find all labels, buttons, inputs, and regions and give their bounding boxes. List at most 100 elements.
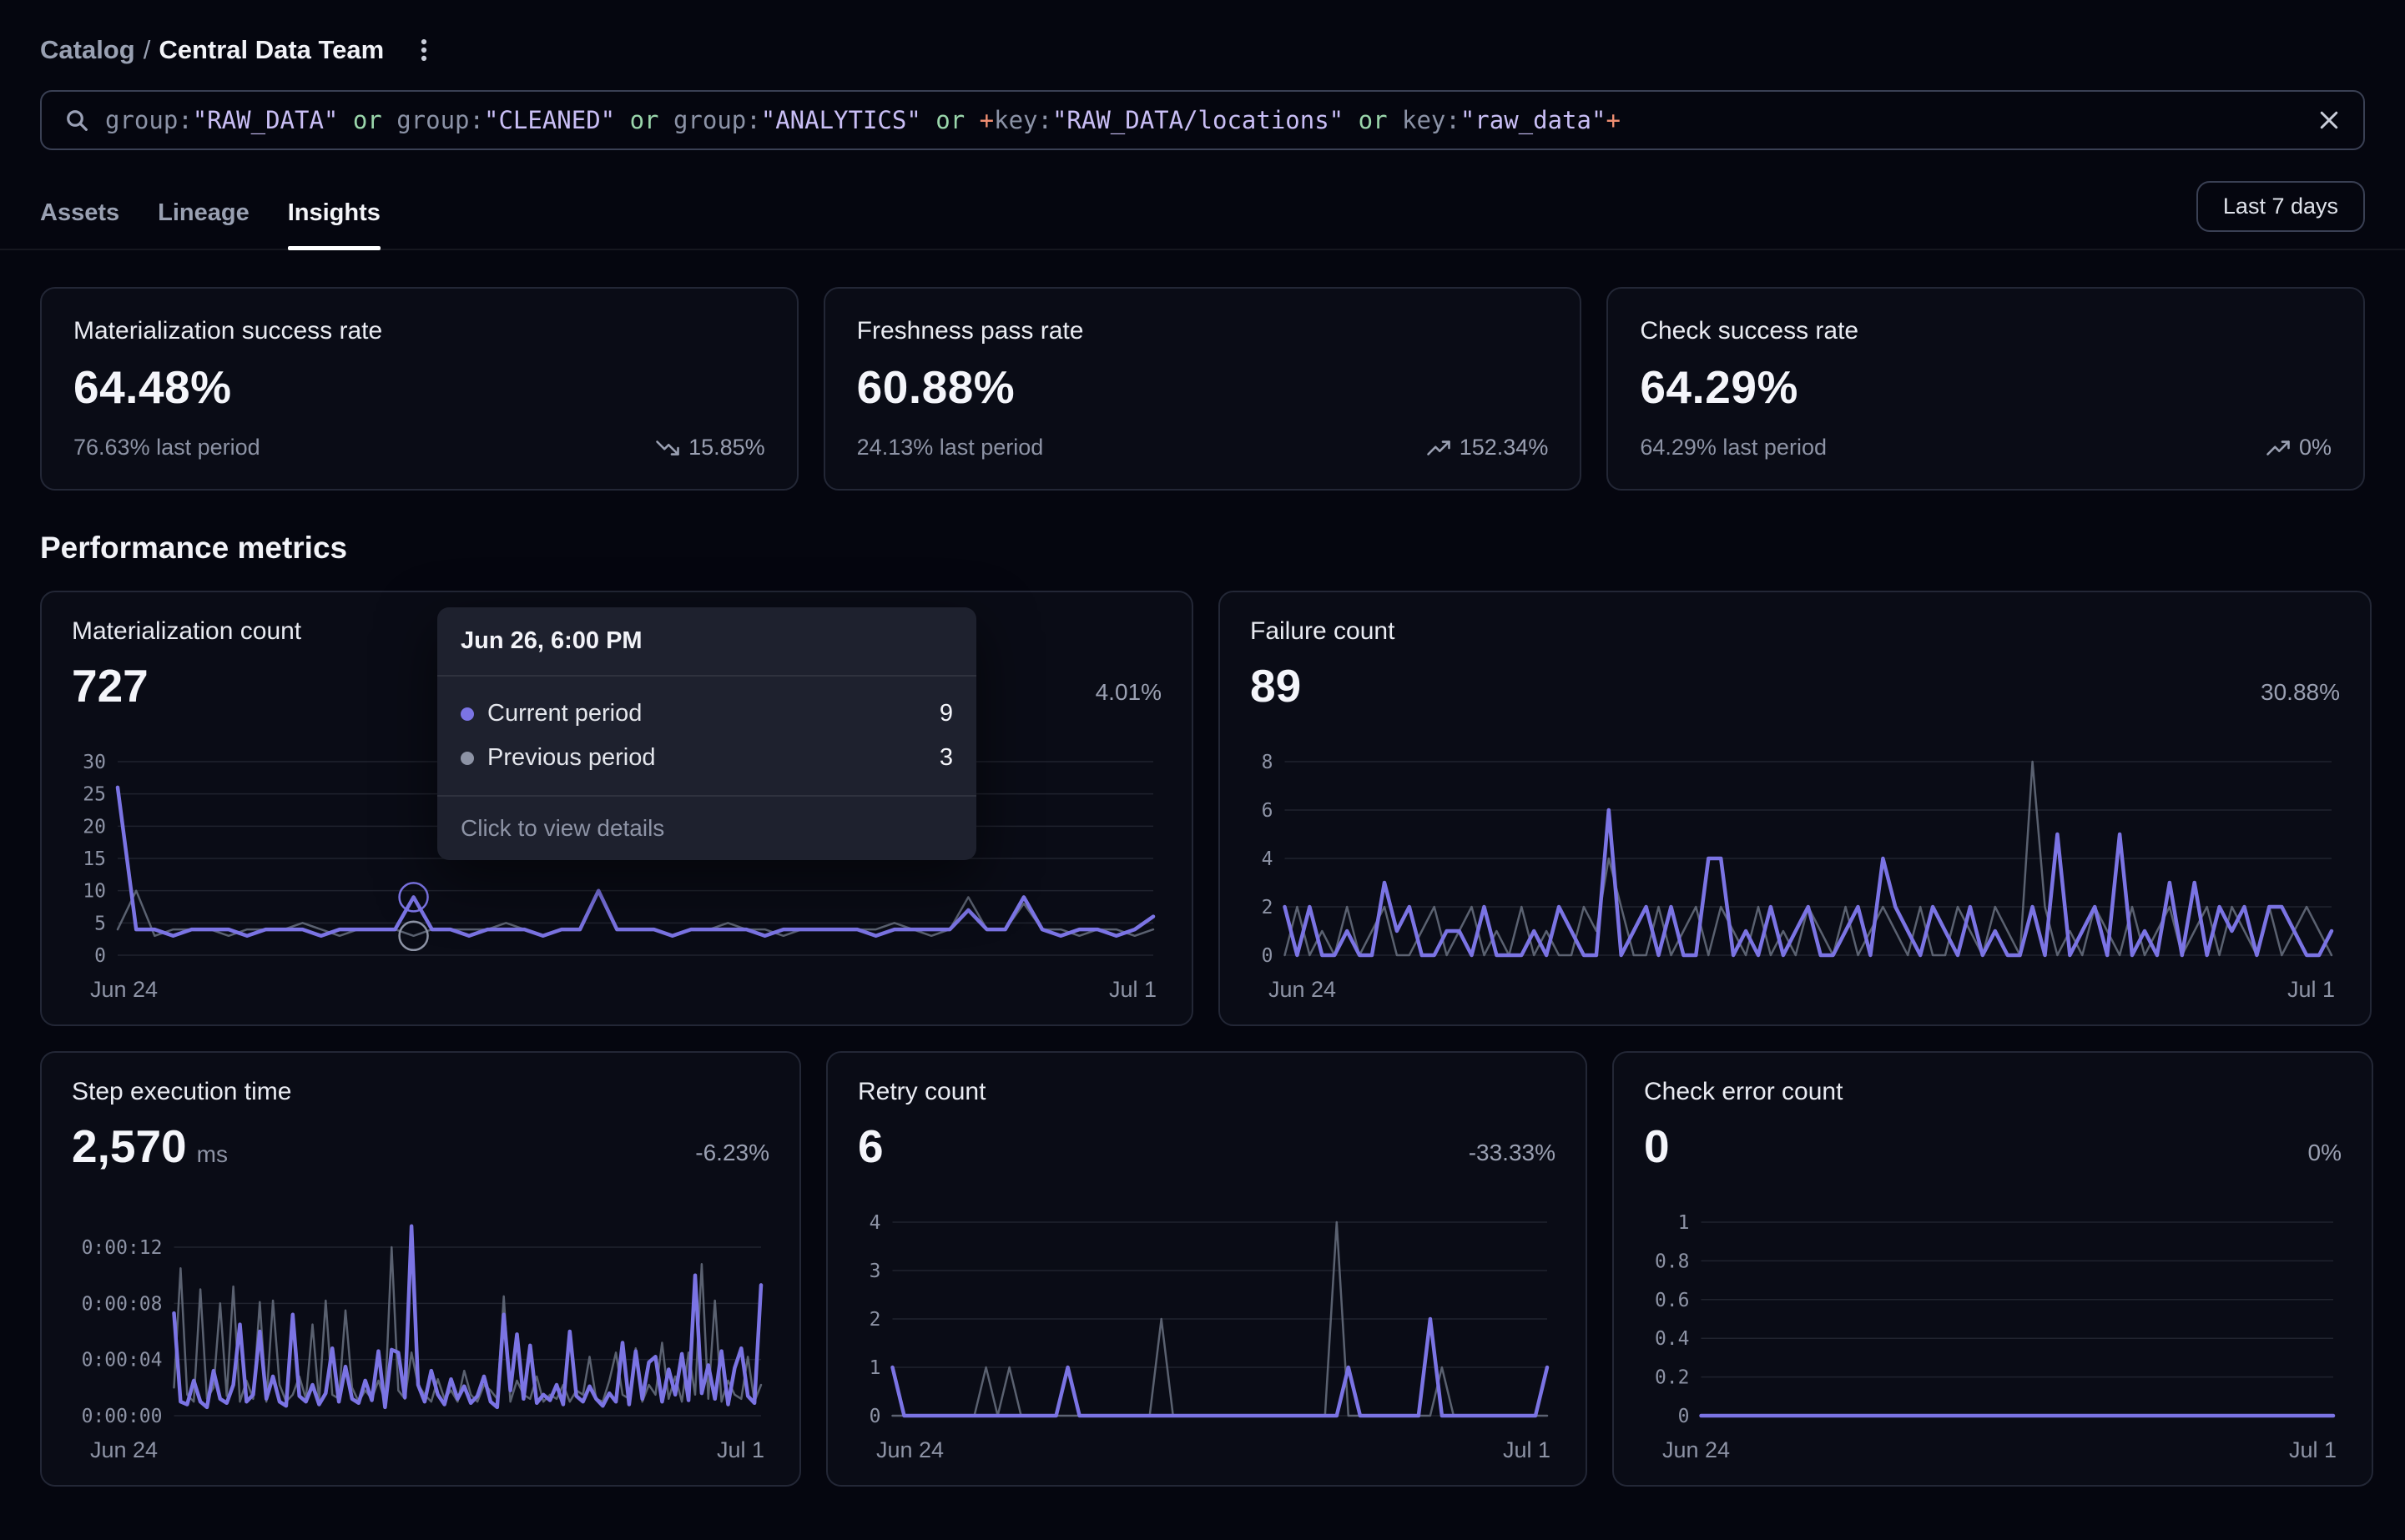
svg-text:0: 0 (870, 1406, 881, 1427)
svg-text:0: 0 (1678, 1406, 1690, 1427)
tooltip-row-current: Current period 9 (461, 692, 953, 736)
svg-text:5: 5 (94, 913, 106, 934)
svg-text:0:00:00: 0:00:00 (82, 1406, 163, 1427)
svg-text:4: 4 (870, 1212, 881, 1234)
failure-count-chart: 0 2 4 6 8 (1250, 750, 2340, 969)
chart-percent: 4.01% (1096, 679, 1162, 712)
svg-text:2: 2 (1262, 897, 1273, 918)
tooltip-row-value: 9 (940, 700, 953, 727)
chart-percent: 30.88% (2261, 679, 2340, 712)
trend-percent: 152.34% (1460, 435, 1549, 460)
tab-insights[interactable]: Insights (288, 199, 381, 249)
tooltip-row-label: Current period (487, 700, 642, 727)
line-chart-svg: 01234 (858, 1210, 1555, 1429)
previous-period-dot (461, 752, 474, 765)
tooltip-row-value: 3 (940, 744, 953, 772)
svg-text:1: 1 (1678, 1212, 1690, 1234)
svg-text:1: 1 (870, 1357, 881, 1379)
x-axis-end-label: Jul 1 (1503, 1437, 1550, 1463)
tooltip-row-label: Previous period (487, 744, 656, 772)
breadcrumb-separator: / (144, 35, 151, 64)
retry-count-card[interactable]: Retry count 6 -33.33% 01234 Jun 24 Jul 1 (826, 1051, 1587, 1487)
trending-up-icon (2266, 435, 2291, 460)
svg-text:0:00:12: 0:00:12 (82, 1237, 163, 1259)
trending-down-icon (655, 435, 680, 460)
last-period-text: 24.13% last period (857, 435, 1044, 460)
date-range-button[interactable]: Last 7 days (2196, 181, 2365, 232)
svg-text:25: 25 (83, 784, 106, 806)
search-query-text: group:"RAW_DATA" or group:"CLEANED" or g… (105, 106, 2302, 134)
line-chart-svg: 0:00:00 0:00:04 0:00:08 0:00:12 (72, 1210, 769, 1429)
freshness-pass-rate-card: Freshness pass rate 60.88% 24.13% last p… (824, 287, 1582, 491)
card-title: Freshness pass rate (857, 317, 1549, 345)
chart-value: 727 (72, 659, 149, 712)
x-axis-start-label: Jun 24 (90, 1437, 158, 1463)
svg-text:0:00:04: 0:00:04 (82, 1350, 163, 1371)
trend-percent: 0% (2299, 435, 2332, 460)
svg-text:0.4: 0.4 (1655, 1328, 1690, 1350)
kebab-menu-icon[interactable] (406, 32, 442, 68)
retry-count-chart: 01234 (858, 1210, 1555, 1429)
svg-text:0.8: 0.8 (1655, 1251, 1690, 1272)
svg-text:0: 0 (1262, 945, 1273, 967)
chart-title: Failure count (1250, 617, 1394, 646)
chart-title: Step execution time (72, 1078, 291, 1106)
card-value: 64.29% (1640, 360, 2332, 414)
x-axis-end-label: Jul 1 (2287, 977, 2335, 1003)
last-period-text: 76.63% last period (73, 435, 260, 460)
materialization-success-rate-card: Materialization success rate 64.48% 76.6… (40, 287, 799, 491)
svg-text:20: 20 (83, 816, 106, 838)
check-success-rate-card: Check success rate 64.29% 64.29% last pe… (1606, 287, 2365, 491)
step-execution-time-chart: 0:00:00 0:00:04 0:00:08 0:00:12 (72, 1210, 769, 1429)
page-header: Catalog / Central Data Team (0, 0, 2405, 68)
chart-value: 0 (1644, 1120, 1670, 1173)
x-axis-end-label: Jul 1 (2289, 1437, 2337, 1463)
chart-value: 2,570 (72, 1120, 187, 1173)
svg-text:4: 4 (1262, 848, 1273, 870)
last-period-text: 64.29% last period (1640, 435, 1827, 460)
chart-percent: -6.23% (695, 1140, 769, 1173)
line-chart-svg: 0 2 4 6 8 (1250, 750, 2340, 969)
chart-title: Check error count (1644, 1078, 1843, 1106)
card-title: Materialization success rate (73, 317, 765, 345)
card-value: 64.48% (73, 360, 765, 414)
svg-text:0: 0 (94, 945, 106, 967)
failure-count-card[interactable]: Failure count 89 30.88% 0 2 4 6 8 Jun 24 Jul… (1218, 591, 2372, 1026)
svg-text:6: 6 (1262, 800, 1273, 822)
step-execution-time-card[interactable]: Step execution time 2,570ms -6.23% 0:00:… (40, 1051, 801, 1487)
tab-assets[interactable]: Assets (40, 199, 119, 249)
tab-lineage[interactable]: Lineage (158, 199, 250, 249)
page-title: Central Data Team (159, 35, 384, 64)
chart-title: Retry count (858, 1078, 986, 1106)
tooltip-timestamp: Jun 26, 6:00 PM (437, 607, 976, 677)
chart-hover-tooltip: Jun 26, 6:00 PM Current period 9 Previou… (437, 607, 976, 860)
chart-percent: 0% (2308, 1140, 2342, 1173)
x-axis-start-label: Jun 24 (90, 977, 158, 1003)
svg-text:0.6: 0.6 (1655, 1290, 1690, 1311)
x-axis-start-label: Jun 24 (876, 1437, 944, 1463)
x-axis-start-label: Jun 24 (1268, 977, 1336, 1003)
svg-text:8: 8 (1262, 752, 1273, 773)
search-icon (63, 107, 90, 133)
trend-percent: 15.85% (688, 435, 765, 460)
svg-text:30: 30 (83, 752, 106, 773)
chart-value: 89 (1250, 659, 1301, 712)
line-chart-svg: 0 0.2 0.4 0.6 0.8 1 (1644, 1210, 2342, 1429)
charts-row-2: Step execution time 2,570ms -6.23% 0:00:… (40, 1051, 2365, 1487)
tooltip-row-previous: Previous period 3 (461, 736, 953, 780)
svg-text:0:00:08: 0:00:08 (82, 1293, 163, 1315)
clear-search-icon[interactable] (2317, 108, 2342, 133)
svg-text:0.2: 0.2 (1655, 1367, 1690, 1389)
search-input[interactable]: group:"RAW_DATA" or group:"CLEANED" or g… (40, 90, 2365, 150)
x-axis-end-label: Jul 1 (1109, 977, 1157, 1003)
chart-percent: -33.33% (1469, 1140, 1555, 1173)
chart-value: 6 (858, 1120, 884, 1173)
check-error-count-card[interactable]: Check error count 0 0% 0 0.2 0.4 0.6 0.8 1 Ju… (1612, 1051, 2373, 1487)
breadcrumb-catalog-link[interactable]: Catalog (40, 35, 135, 64)
chart-title: Materialization count (72, 617, 301, 646)
section-title-performance-metrics: Performance metrics (40, 531, 2365, 566)
trending-up-icon (1426, 435, 1451, 460)
summary-cards-row: Materialization success rate 64.48% 76.6… (0, 287, 2405, 491)
card-value: 60.88% (857, 360, 1549, 414)
svg-text:15: 15 (83, 848, 106, 870)
